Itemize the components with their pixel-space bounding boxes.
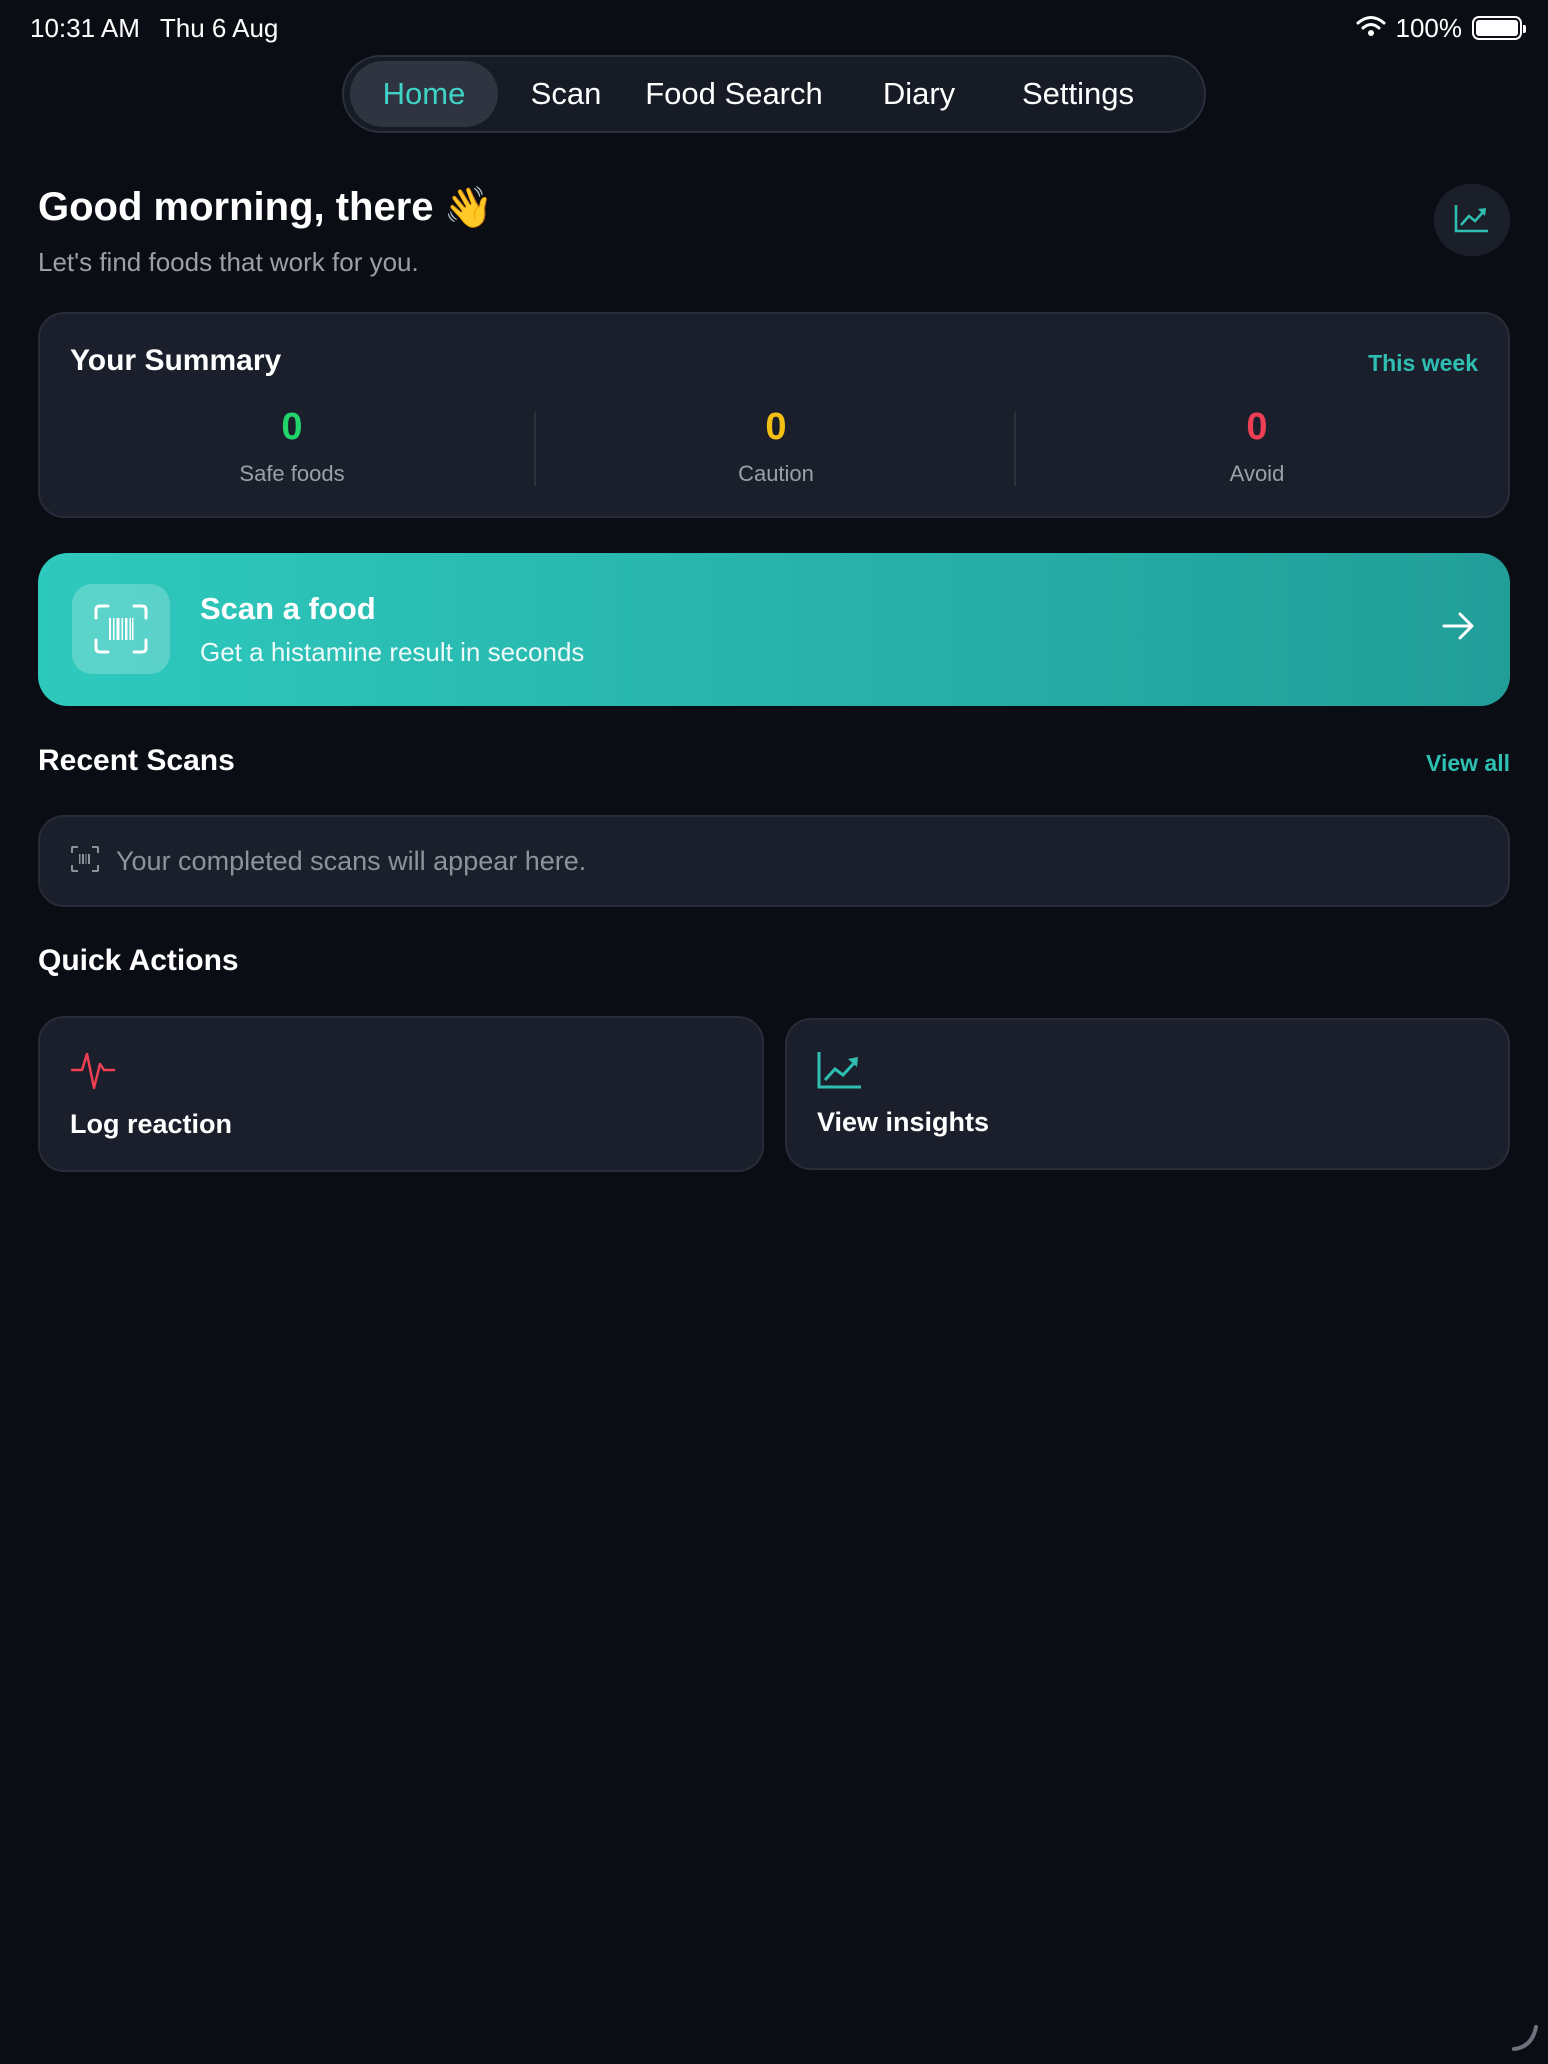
stat-avoid: 0 Avoid <box>1017 406 1497 487</box>
stat-value: 0 <box>765 406 787 448</box>
view-insights-button[interactable]: View insights <box>785 1018 1510 1170</box>
greeting-text: Good morning, there <box>38 185 434 229</box>
log-reaction-button[interactable]: Log reaction <box>38 1016 764 1172</box>
barcode-scan-icon <box>70 845 100 878</box>
quick-actions-title: Quick Actions <box>38 944 239 977</box>
stat-safe-foods: 0 Safe foods <box>52 406 532 487</box>
home-screen: 10:31 AM Thu 6 Aug 100% Home Scan Food S… <box>0 0 1548 2064</box>
tab-bar: Home Scan Food Search Diary Settings <box>342 55 1206 133</box>
pulse-icon <box>70 1048 116 1097</box>
view-insights-label: View insights <box>817 1107 990 1137</box>
recent-scans-empty-text: Your completed scans will appear here. <box>116 845 587 876</box>
stat-label: Caution <box>738 461 814 486</box>
status-date: Thu 6 Aug <box>159 12 279 43</box>
trend-chart-icon <box>1454 203 1490 238</box>
arrow-right-icon <box>1442 611 1476 646</box>
insights-button[interactable] <box>1434 184 1510 256</box>
wifi-icon <box>1356 13 1386 44</box>
stat-label: Safe foods <box>239 461 345 486</box>
scan-banner-title: Scan a food <box>200 591 376 626</box>
scan-banner-subtitle: Get a histamine result in seconds <box>200 637 585 667</box>
stat-value: 0 <box>281 406 303 448</box>
greeting-title: Good morning, there 👋 <box>38 184 493 231</box>
tab-food-search[interactable]: Food Search <box>634 61 834 127</box>
stat-caution: 0 Caution <box>536 406 1016 487</box>
recent-scans-title: Recent Scans <box>38 744 235 777</box>
view-all-link[interactable]: View all <box>1426 750 1510 777</box>
tab-settings[interactable]: Settings <box>998 61 1158 127</box>
stat-label: Avoid <box>1229 461 1285 486</box>
greeting: Good morning, there 👋 Let's find foods t… <box>38 184 493 278</box>
tab-scan[interactable]: Scan <box>498 61 634 127</box>
battery-icon <box>1472 16 1526 40</box>
battery-percent: 100% <box>1395 12 1463 43</box>
tab-diary[interactable]: Diary <box>862 61 976 127</box>
tab-home[interactable]: Home <box>350 61 498 127</box>
waving-hand-icon: 👋 <box>443 186 494 230</box>
status-bar: 10:31 AM Thu 6 Aug 100% <box>30 10 1526 46</box>
summary-card: Your Summary This week 0 Safe foods 0 Ca… <box>38 312 1510 518</box>
summary-period: This week <box>1368 350 1478 376</box>
barcode-scan-icon <box>72 584 170 674</box>
trend-chart-icon <box>817 1050 863 1095</box>
greeting-subtitle: Let's find foods that work for you. <box>38 247 419 277</box>
recent-scans-empty: Your completed scans will appear here. <box>38 815 1510 907</box>
scan-food-banner[interactable]: Scan a food Get a histamine result in se… <box>38 553 1510 706</box>
status-time: 10:31 AM <box>30 12 140 43</box>
summary-title: Your Summary <box>70 344 282 377</box>
divider <box>1014 412 1016 486</box>
log-reaction-label: Log reaction <box>70 1109 233 1139</box>
stat-value: 0 <box>1246 406 1268 448</box>
resize-handle-icon <box>1510 2021 1540 2056</box>
